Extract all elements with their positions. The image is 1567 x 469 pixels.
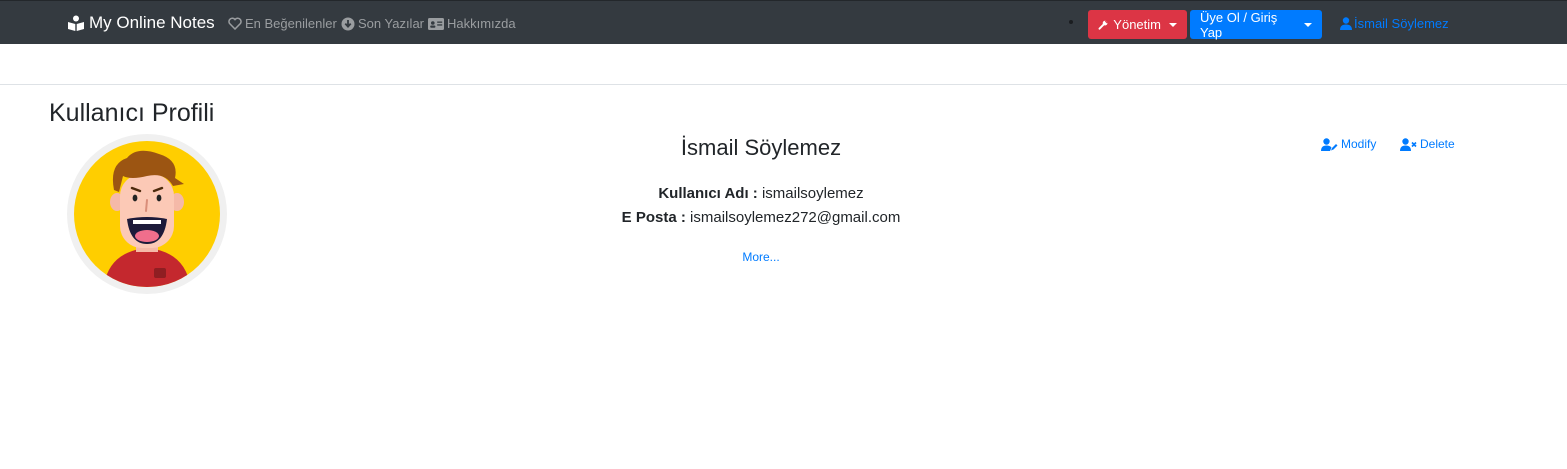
auth-dropdown-button[interactable]: Üye Ol / Giriş Yap: [1190, 9, 1322, 40]
delete-label: Delete: [1420, 137, 1455, 151]
brand-link[interactable]: My Online Notes: [67, 13, 215, 33]
brand-title: My Online Notes: [89, 13, 215, 32]
top-navbar: My Online Notes En Beğenilenler Son Yazı…: [0, 0, 1567, 44]
chevron-down-icon: [1304, 22, 1312, 27]
nav-link-favorites-label: En Beğenilenler: [245, 16, 337, 31]
nav-link-latest[interactable]: Son Yazılar: [341, 16, 424, 31]
heart-icon: [228, 17, 242, 30]
username-label: Kullanıcı Adı :: [658, 185, 758, 202]
nav-separator-dot: [1069, 20, 1073, 24]
arrow-circle-down-icon: [341, 17, 355, 30]
book-reader-icon: [68, 15, 84, 31]
nav-link-about-label: Hakkımızda: [447, 16, 516, 31]
more-link[interactable]: More...: [661, 250, 861, 264]
chevron-down-icon: [1169, 22, 1177, 27]
email-value: ismailsoylemez272@gmail.com: [690, 209, 901, 226]
auth-button-label: Üye Ol / Giriş Yap: [1200, 9, 1278, 40]
username-row: Kullanıcı Adı : ismailsoylemez: [461, 185, 1061, 202]
delete-profile-link[interactable]: Delete: [1400, 137, 1455, 151]
current-user-name: İsmail Söylemez: [1354, 16, 1449, 31]
nav-link-favorites[interactable]: En Beğenilenler: [228, 16, 337, 31]
modify-label: Modify: [1341, 137, 1377, 151]
user-edit-icon: [1321, 137, 1338, 151]
page-title: Kullanıcı Profili: [49, 99, 215, 127]
wrench-icon: [1098, 20, 1108, 30]
section-divider: [0, 84, 1567, 85]
email-label: E Posta :: [621, 209, 686, 226]
admin-button-label: Yönetim: [1113, 17, 1161, 32]
current-user-link[interactable]: İsmail Söylemez: [1340, 16, 1449, 31]
profile-full-name: İsmail Söylemez: [680, 135, 842, 160]
nav-link-about[interactable]: Hakkımızda: [428, 16, 516, 31]
nav-link-latest-label: Son Yazılar: [358, 16, 425, 31]
email-row: E Posta : ismailsoylemez272@gmail.com: [461, 209, 1061, 226]
username-value: ismailsoylemez: [761, 185, 864, 202]
avatar: [67, 134, 227, 294]
user-icon: [1340, 17, 1352, 30]
modify-profile-link[interactable]: Modify: [1321, 137, 1376, 151]
id-card-icon: [428, 17, 444, 30]
admin-dropdown-button[interactable]: Yönetim: [1088, 10, 1187, 39]
user-times-icon: [1400, 137, 1417, 151]
